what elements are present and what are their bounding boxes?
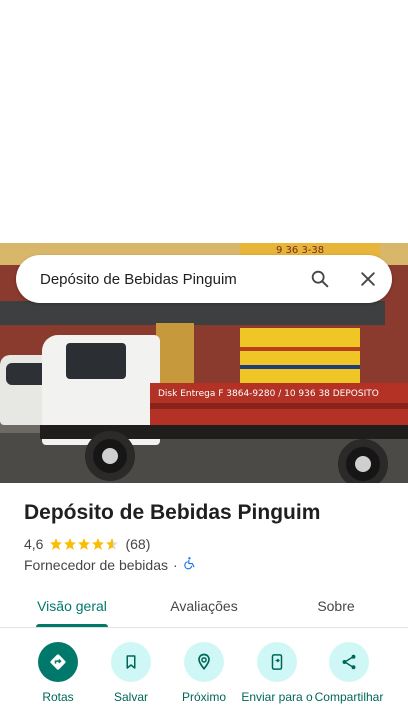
nearby-button[interactable]: Próximo — [164, 642, 244, 705]
blank-top-area — [0, 0, 408, 243]
search-input[interactable]: Depósito de Bebidas Pinguim — [40, 271, 296, 288]
star-icon — [78, 538, 91, 550]
action-bar: Rotas Salvar Próximo Enviar para o Compa… — [0, 642, 408, 726]
share-icon — [329, 642, 369, 682]
photo-hub — [355, 456, 371, 472]
share-button[interactable]: Compartilhar — [309, 642, 389, 705]
tab-reviews[interactable]: Avaliações — [152, 584, 256, 627]
save-button[interactable]: Salvar — [91, 642, 171, 705]
photo-awning — [0, 301, 385, 325]
directions-icon — [38, 642, 78, 682]
place-category: Fornecedor de bebidas — [24, 556, 168, 573]
photo-crate-row — [240, 347, 360, 351]
tab-bar: Visão geral Avaliações Sobre — [0, 584, 408, 628]
tab-about[interactable]: Sobre — [284, 584, 388, 627]
rating-row[interactable]: 4,6 (68) — [24, 536, 150, 552]
photo-truck-text: Disk Entrega F 3864-9280 / 10 936 38 DEP… — [158, 389, 379, 399]
nearby-label: Próximo — [181, 690, 226, 704]
star-icon — [92, 538, 105, 550]
photo-crates — [240, 328, 360, 383]
star-icon — [50, 538, 63, 550]
wheelchair-icon[interactable] — [183, 556, 197, 573]
place-title: Depósito de Bebidas Pinguim — [24, 501, 321, 524]
save-label: Salvar — [113, 690, 148, 704]
send-to-phone-button[interactable]: Enviar para o — [237, 642, 317, 705]
directions-button[interactable]: Rotas — [18, 642, 98, 705]
review-count[interactable]: (68) — [125, 536, 150, 552]
half-star-icon — [106, 538, 119, 550]
photo-hub — [102, 448, 118, 464]
directions-label: Rotas — [42, 690, 74, 704]
category-row: Fornecedor de bebidas · — [24, 556, 197, 573]
active-tab-indicator — [36, 624, 108, 627]
share-label: Compartilhar — [314, 690, 384, 704]
photo-truck-rail — [156, 323, 194, 385]
close-icon[interactable] — [344, 255, 392, 303]
nearby-icon — [184, 642, 224, 682]
photo-crate-row — [240, 365, 360, 369]
photo-truck-window — [66, 343, 126, 379]
photo-truck-stripe — [150, 403, 408, 409]
bookmark-icon — [111, 642, 151, 682]
star-icon — [64, 538, 77, 550]
send-to-phone-icon — [257, 642, 297, 682]
rating-value: 4,6 — [24, 536, 44, 552]
send-to-phone-label: Enviar para o — [241, 690, 313, 704]
star-rating — [49, 537, 119, 551]
separator-dot: · — [173, 556, 178, 573]
search-bar[interactable]: Depósito de Bebidas Pinguim — [16, 255, 392, 303]
search-icon[interactable] — [296, 255, 344, 303]
tab-overview[interactable]: Visão geral — [20, 584, 124, 627]
